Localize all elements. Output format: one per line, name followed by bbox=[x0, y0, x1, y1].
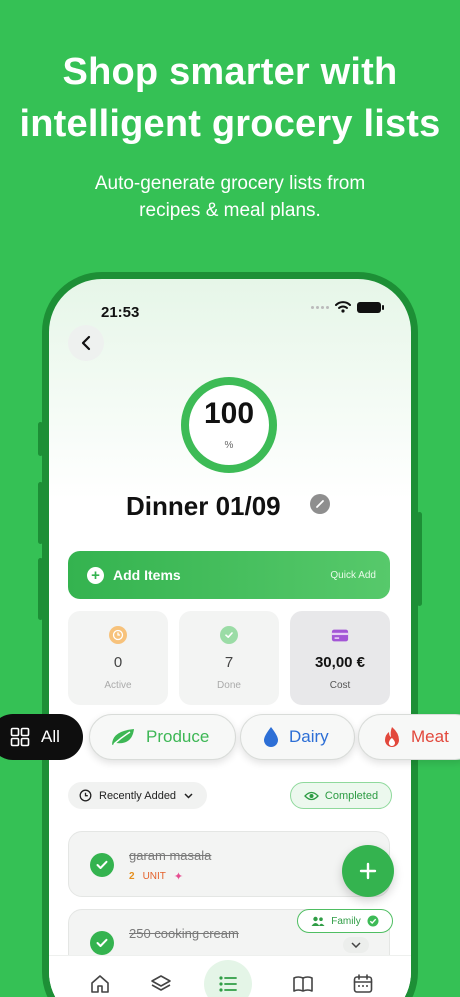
check-circle-icon bbox=[367, 915, 379, 927]
family-badge[interactable]: Family bbox=[297, 909, 393, 933]
sparkle-icon: ✦ bbox=[173, 871, 184, 883]
expand-button[interactable] bbox=[343, 937, 369, 953]
phone-side-button bbox=[38, 422, 43, 456]
grid-icon bbox=[10, 727, 30, 747]
phone-side-button bbox=[38, 558, 43, 620]
edit-title-button[interactable] bbox=[310, 494, 330, 514]
leaf-icon bbox=[112, 729, 134, 745]
promo-headline: Shop smarter with intelligent grocery li… bbox=[0, 46, 460, 150]
tab-home[interactable] bbox=[86, 970, 114, 997]
sort-label: Recently Added bbox=[99, 789, 177, 802]
chip-dairy[interactable]: Dairy bbox=[240, 714, 355, 760]
stat-cost-value: 30,00 € bbox=[314, 654, 366, 671]
chevron-down-icon bbox=[351, 942, 361, 948]
category-chips: All Produce Dairy Meat bbox=[0, 714, 460, 762]
credit-card-icon bbox=[331, 626, 349, 644]
bottom-tab-bar bbox=[49, 955, 411, 997]
item-name: 250 cooking cream bbox=[129, 926, 239, 941]
clock-icon bbox=[79, 789, 92, 802]
chip-all[interactable]: All bbox=[0, 714, 83, 760]
item-qty-unit: UNIT bbox=[142, 871, 166, 882]
chip-dairy-label: Dairy bbox=[289, 727, 329, 746]
quick-add-link[interactable]: Quick Add bbox=[330, 570, 376, 581]
drop-icon bbox=[264, 727, 278, 747]
progress-value: 100 bbox=[203, 397, 255, 430]
item-quantity: 2 UNIT ✦ bbox=[129, 870, 183, 883]
status-icons bbox=[311, 301, 384, 313]
status-time: 21:53 bbox=[101, 304, 140, 321]
chip-meat[interactable]: Meat bbox=[358, 714, 460, 760]
users-icon bbox=[311, 916, 325, 926]
phone-side-button bbox=[417, 512, 422, 606]
subtitle-line-1: Auto-generate grocery lists from bbox=[94, 173, 366, 194]
sort-dropdown[interactable]: Recently Added bbox=[68, 782, 207, 809]
stat-done-value: 7 bbox=[224, 654, 234, 671]
completed-label: Completed bbox=[324, 789, 379, 802]
tab-recipes[interactable] bbox=[289, 970, 317, 997]
completed-toggle[interactable]: Completed bbox=[290, 782, 392, 809]
check-icon bbox=[96, 938, 108, 947]
list-item[interactable]: garam masala 2 UNIT ✦ bbox=[68, 831, 390, 897]
tab-layers[interactable] bbox=[147, 970, 175, 997]
phone-frame: 21:53 100 % Dinner 01/09 + Add Items Qui… bbox=[38, 272, 422, 997]
stat-active: 0 Active bbox=[68, 611, 168, 705]
home-icon bbox=[91, 975, 109, 993]
stat-done-label: Done bbox=[217, 680, 241, 691]
stat-cost: 30,00 € Cost bbox=[290, 611, 390, 705]
list-title: Dinner 01/09 bbox=[126, 491, 281, 521]
battery-icon bbox=[357, 301, 384, 313]
stat-cost-label: Cost bbox=[329, 680, 351, 691]
add-items-button[interactable]: + Add Items Quick Add bbox=[68, 551, 390, 599]
add-fab-button[interactable] bbox=[342, 845, 394, 897]
plus-icon bbox=[359, 862, 377, 880]
flame-icon bbox=[385, 727, 399, 747]
chevron-down-icon bbox=[184, 792, 193, 799]
stat-active-value: 0 bbox=[113, 654, 123, 671]
chip-all-label: All bbox=[41, 727, 60, 746]
layers-icon bbox=[151, 975, 171, 991]
phone-side-button bbox=[38, 482, 43, 544]
chip-produce[interactable]: Produce bbox=[89, 714, 236, 760]
check-icon bbox=[96, 860, 108, 869]
app-screen: 21:53 100 % Dinner 01/09 + Add Items Qui… bbox=[49, 279, 411, 997]
family-label: Family bbox=[331, 915, 361, 927]
plus-circle-icon: + bbox=[87, 566, 104, 584]
eye-icon bbox=[304, 791, 319, 800]
promo-subtitle: Auto-generate grocery lists from recipes… bbox=[0, 170, 460, 224]
subtitle-line-2: recipes & meal plans. bbox=[139, 200, 321, 221]
chip-meat-label: Meat bbox=[411, 727, 449, 746]
item-qty-value: 2 bbox=[129, 871, 135, 882]
progress-unit: % bbox=[224, 440, 234, 451]
signal-icon bbox=[311, 305, 329, 309]
item-checkbox[interactable] bbox=[90, 853, 114, 877]
tab-calendar[interactable] bbox=[349, 970, 377, 997]
clock-icon bbox=[109, 626, 127, 644]
add-items-label: Add Items bbox=[113, 567, 181, 583]
item-checkbox[interactable] bbox=[90, 931, 114, 955]
headline-line-2: intelligent grocery lists bbox=[19, 103, 441, 145]
book-icon bbox=[293, 976, 313, 992]
item-name: garam masala bbox=[129, 848, 212, 863]
stat-active-label: Active bbox=[104, 680, 132, 691]
headline-line-1: Shop smarter with bbox=[62, 51, 398, 93]
wifi-icon bbox=[335, 301, 351, 313]
list-icon bbox=[219, 976, 237, 992]
calendar-icon bbox=[353, 974, 373, 993]
chip-produce-label: Produce bbox=[146, 727, 210, 746]
tab-lists[interactable] bbox=[204, 960, 252, 997]
check-circle-icon bbox=[220, 626, 238, 644]
back-button[interactable] bbox=[68, 325, 104, 361]
chevron-left-icon bbox=[81, 335, 91, 351]
stat-done: 7 Done bbox=[179, 611, 279, 705]
pencil-icon bbox=[316, 500, 324, 508]
